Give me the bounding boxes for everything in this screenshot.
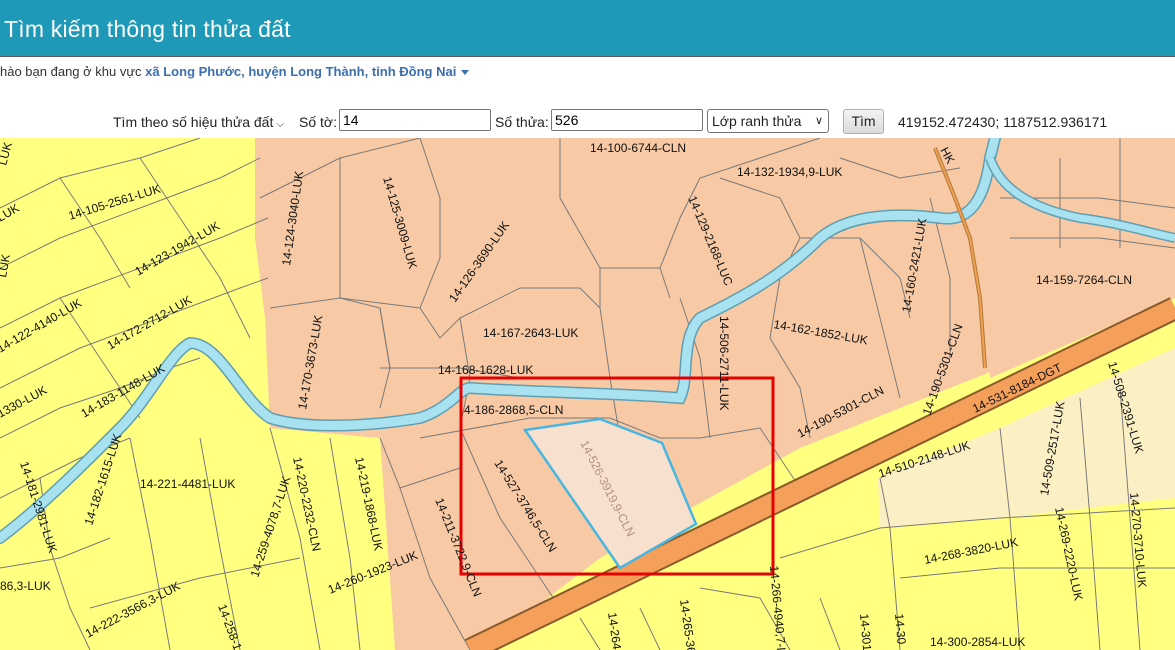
parcel-label: 14-221-4481-LUK (140, 477, 235, 491)
parcel-number-label: Số thửa: (495, 114, 549, 130)
sheet-number-label: Số tờ: (299, 114, 337, 130)
parcel-label: 14-159-7264-CLN (1036, 273, 1132, 287)
sheet-number-input[interactable] (339, 109, 491, 131)
caret-down-icon[interactable] (461, 70, 470, 76)
parcel-label: 14-100-6744-CLN (590, 141, 686, 155)
parcel-label: 14-506-2711-LUK (717, 316, 731, 411)
search-toolbar: Tìm theo số hiệu thửa đất⌵ Số tờ: Số thử… (0, 108, 1175, 136)
location-dropdown[interactable]: xã Long Phước, huyện Long Thành, tỉnh Đồ… (145, 64, 456, 79)
search-mode-select[interactable]: Tìm theo số hiệu thửa đất ⌵ (113, 114, 284, 130)
parcel-label: 14-300-2854-LUK (930, 635, 1025, 649)
chevron-down-icon: ∨ (814, 115, 823, 127)
parcel-label: 14-30 (892, 613, 909, 645)
parcel-label: 14-132-1934,9-LUK (737, 165, 842, 179)
chevron-down-icon: ⌵ (276, 119, 284, 130)
parcel-label: 14-168-1628-LUK (438, 363, 533, 377)
location-greeting: hào bạn đang ở khu vực xã Long Phước, hu… (0, 64, 470, 79)
coordinate-readout: 419152.472430; 1187512.936171 (898, 114, 1108, 130)
page-title: Tìm kiếm thông tin thửa đất (4, 16, 291, 42)
search-mode-label: Tìm theo số hiệu thửa đất (113, 114, 274, 130)
app-header: Tìm kiếm thông tin thửa đất (0, 0, 1175, 57)
cadastral-map[interactable]: 14-100-6744-CLN 14-132-1934,9-LUK 14-105… (0, 138, 1175, 650)
parcel-number-input[interactable] (551, 109, 703, 131)
parcel-label: 4-186-2868,5-CLN (464, 403, 563, 417)
parcel-label: 14-167-2643-LUK (483, 326, 578, 340)
parcel-label: 86,3-LUK (0, 579, 51, 593)
layer-select[interactable]: Lớp ranh thửa ∨ (707, 109, 829, 133)
greeting-prefix: hào bạn đang ở khu vực (0, 64, 142, 79)
search-button[interactable]: Tìm (843, 109, 884, 134)
map-canvas[interactable]: 14-100-6744-CLN 14-132-1934,9-LUK 14-105… (0, 138, 1175, 650)
layer-select-value: Lớp ranh thửa (712, 113, 802, 129)
